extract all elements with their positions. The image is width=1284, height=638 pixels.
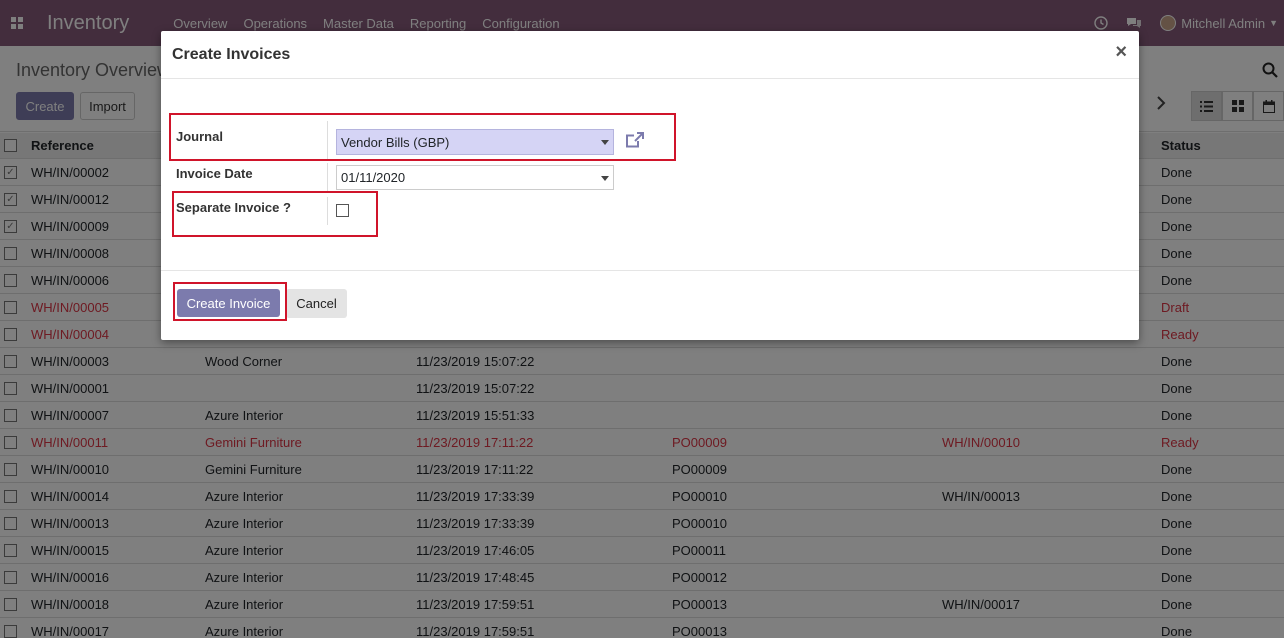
separate-invoice-highlight-box — [172, 191, 378, 237]
modal-header: Create Invoices — [161, 31, 1139, 79]
invoice-date-select[interactable]: 01/11/2020 — [336, 165, 614, 190]
create-invoice-highlight-box — [173, 282, 287, 321]
modal-footer: Create Invoice Cancel — [161, 270, 1139, 340]
journal-highlight-box — [169, 113, 676, 161]
cancel-button[interactable]: Cancel — [286, 289, 347, 318]
invoice-date-dropdown-icon — [601, 176, 609, 181]
create-invoices-dialog: Create Invoices × Journal Vendor Bills (… — [161, 31, 1139, 340]
modal-body: Journal Vendor Bills (GBP) Invoice Date … — [161, 79, 1139, 270]
modal-title: Create Invoices — [172, 45, 291, 63]
invoice-date-value: 01/11/2020 — [341, 170, 406, 185]
field-divider — [327, 163, 328, 191]
close-icon[interactable]: × — [1115, 42, 1127, 62]
invoice-date-label: Invoice Date — [176, 166, 253, 181]
